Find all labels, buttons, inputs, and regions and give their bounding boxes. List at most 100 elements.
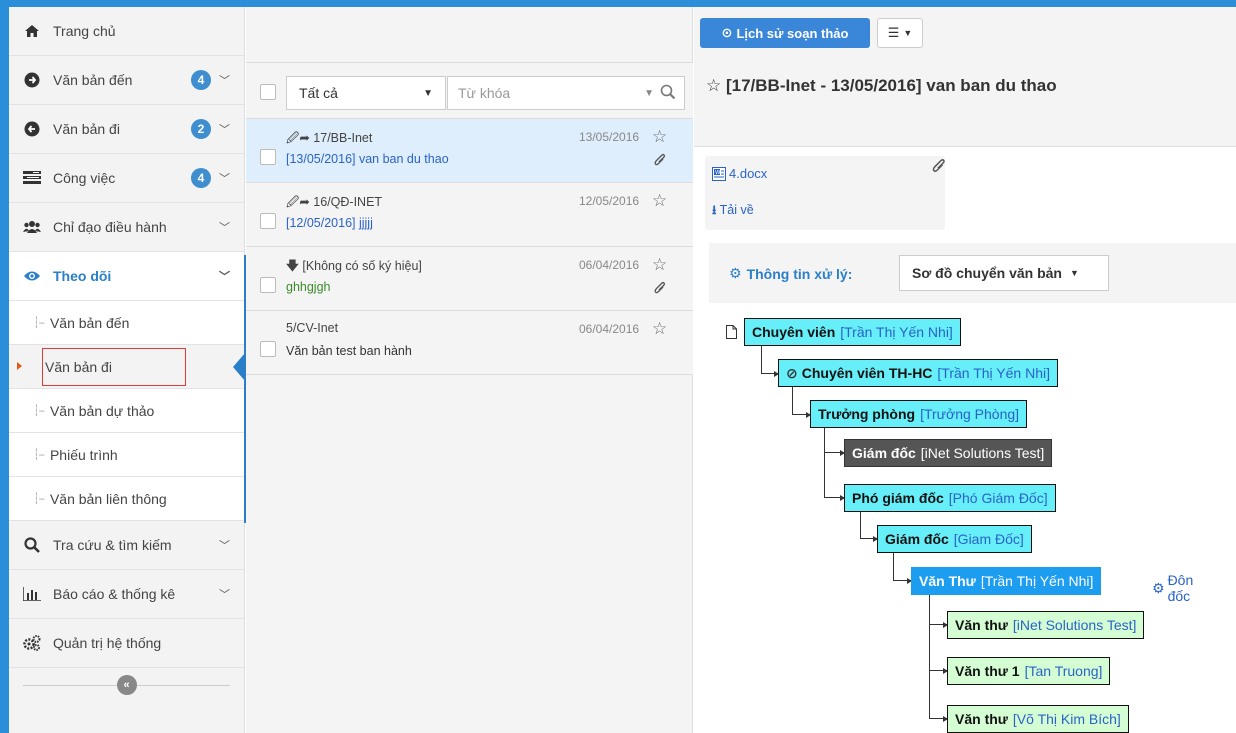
table-row[interactable]: 5/CV-Inet Văn bản test ban hành 06/04/20… bbox=[246, 311, 693, 375]
star-icon[interactable]: ☆ bbox=[652, 319, 667, 339]
flow-node[interactable]: Văn thư [Võ Thị Kim Bích] bbox=[947, 705, 1129, 733]
node-assignee: [Trần Thị Yến Nhi] bbox=[937, 365, 1050, 381]
sidebar-item-label: Chỉ đạo điều hành bbox=[53, 219, 167, 235]
sidebar-item-admin[interactable]: Quản trị hệ thống bbox=[9, 619, 244, 668]
view-mode-select[interactable]: Sơ đồ chuyển văn bản ▼ bbox=[899, 255, 1109, 291]
sidebar-subitem-incoming[interactable]: ┆-- Văn bản đến bbox=[9, 301, 244, 345]
paperclip-icon bbox=[932, 158, 946, 177]
flow-node[interactable]: Văn thư [iNet Solutions Test] bbox=[947, 611, 1145, 639]
more-menu-button[interactable]: ☰ ▼ bbox=[877, 18, 923, 48]
select-all-checkbox[interactable] bbox=[260, 84, 276, 100]
sidebar-subitem-interconnect[interactable]: ┆-- Văn bản liên thông bbox=[9, 477, 244, 521]
node-role: Phó giám đốc bbox=[852, 490, 944, 506]
chevron-down-icon: ﹀ bbox=[219, 589, 230, 601]
connector-arrow bbox=[929, 625, 948, 674]
flow-node[interactable]: Giám đốc [Giam Đốc] bbox=[877, 525, 1032, 553]
star-icon[interactable]: ☆ bbox=[652, 127, 667, 147]
double-chevron-left-icon[interactable]: « bbox=[116, 675, 137, 695]
chevron-down-icon: ﹀ bbox=[219, 124, 230, 136]
flow-node-current[interactable]: Văn Thư [Trần Thị Yến Nhi] bbox=[911, 567, 1102, 595]
flow-node[interactable]: Trưởng phòng [Trưởng Phòng] bbox=[810, 400, 1028, 428]
connector-arrow bbox=[824, 453, 845, 501]
sidebar-item-direction[interactable]: Chỉ đạo điều hành ﹀ bbox=[9, 203, 244, 252]
paperclip-icon bbox=[654, 153, 666, 170]
edit-history-button[interactable]: ⊙ Lịch sử soạn thảo bbox=[700, 18, 870, 48]
edit-history-label: Lịch sử soạn thảo bbox=[736, 25, 849, 41]
sidebar-item-home[interactable]: Trang chủ bbox=[9, 7, 244, 56]
count-badge: 4 bbox=[191, 70, 211, 90]
sidebar-item-search[interactable]: Tra cứu & tìm kiếm ﹀ bbox=[9, 521, 244, 570]
filter-row: Tất cả ▼ Từ khóa ▼ bbox=[246, 62, 693, 118]
caret-down-icon: ▼ bbox=[423, 87, 433, 99]
keyword-search-input[interactable]: Từ khóa ▼ bbox=[447, 76, 685, 110]
row-checkbox[interactable] bbox=[260, 277, 276, 293]
document-date: 06/04/2016 bbox=[579, 258, 640, 272]
list-icon: ☰ bbox=[887, 25, 900, 40]
row-checkbox[interactable] bbox=[260, 341, 276, 357]
top-accent-bar bbox=[0, 0, 1236, 7]
search-icon[interactable] bbox=[660, 84, 676, 103]
arrow-circle-right-icon bbox=[23, 71, 41, 89]
document-summary: ghhgjgh bbox=[286, 280, 331, 294]
attachment-link[interactable]: W 4.docx bbox=[712, 166, 767, 181]
sidebar-item-label: Báo cáo & thống kê bbox=[53, 586, 176, 602]
row-checkbox[interactable] bbox=[260, 149, 276, 165]
status-filter-select[interactable]: Tất cả ▼ bbox=[286, 76, 446, 110]
node-assignee: [Phó Giám Đốc] bbox=[948, 490, 1048, 506]
forward-icon: ➦ bbox=[299, 195, 310, 209]
caret-down-icon[interactable]: ▼ bbox=[644, 88, 654, 99]
download-link[interactable]: ⭳ Tải về bbox=[712, 201, 754, 222]
flow-node[interactable]: Chuyên viên [Trần Thị Yến Nhi] bbox=[744, 318, 961, 346]
sidebar-subitem-outgoing[interactable]: Văn bản đi bbox=[9, 345, 245, 389]
sidebar-item-reports[interactable]: Báo cáo & thống kê ﹀ bbox=[9, 570, 244, 619]
caret-right-icon bbox=[17, 362, 22, 370]
sidebar: Trang chủ Văn bản đến 4 ﹀ Văn bản đi 2 ﹀… bbox=[9, 7, 246, 733]
sidebar-item-tracking[interactable]: Theo dõi ﹀ bbox=[9, 252, 244, 301]
connector-arrow bbox=[860, 512, 878, 542]
table-row[interactable]: 🖉➦ 16/QĐ-INET [12/05/2016] jjjjj 12/05/2… bbox=[246, 183, 693, 247]
node-role: Văn thư 1 bbox=[955, 663, 1020, 679]
attachment-name: 4.docx bbox=[729, 166, 768, 181]
node-assignee: [Giam Đốc] bbox=[953, 531, 1024, 547]
star-icon[interactable]: ☆ bbox=[652, 191, 667, 211]
flow-node[interactable]: Phó giám đốc [Phó Giám Đốc] bbox=[844, 484, 1056, 512]
table-row[interactable]: 🖉➦ 17/BB-Inet [13/05/2016] van ban du th… bbox=[246, 119, 693, 183]
document-code: [Không có số ký hiệu] bbox=[302, 259, 422, 273]
sidebar-subitem-draft[interactable]: ┆-- Văn bản dự thảo bbox=[9, 389, 244, 433]
table-row[interactable]: 🡇 [Không có số ký hiệu] ghhgjgh 06/04/20… bbox=[246, 247, 693, 311]
connector-arrow bbox=[792, 387, 811, 418]
search-icon bbox=[23, 536, 41, 554]
draft-icon: 🖉 bbox=[286, 195, 300, 209]
row-checkbox[interactable] bbox=[260, 213, 276, 229]
sidebar-subitem-label: Văn bản dự thảo bbox=[49, 402, 155, 419]
document-list-panel: Tất cả ▼ Từ khóa ▼ 🖉➦ 17/BB-Inet [13/05/… bbox=[246, 7, 693, 733]
connector-arrow bbox=[761, 346, 779, 377]
caret-down-icon: ▼ bbox=[903, 28, 913, 38]
node-role: Văn Thư bbox=[919, 573, 976, 589]
document-date: 13/05/2016 bbox=[579, 130, 640, 144]
flow-node[interactable]: Giám đốc [iNet Solutions Test] bbox=[844, 439, 1053, 467]
gear-icon: ⚙ bbox=[1152, 579, 1165, 596]
star-icon[interactable]: ☆ bbox=[652, 255, 667, 275]
flow-node[interactable]: ⊘ Chuyên viên TH-HC [Trần Thị Yến Nhi] bbox=[778, 359, 1058, 387]
sidebar-subitem-submission[interactable]: ┆-- Phiếu trình bbox=[9, 433, 244, 477]
document-code: 17/BB-Inet bbox=[313, 131, 373, 145]
chevron-down-icon: ﹀ bbox=[219, 173, 230, 185]
urge-label: Đôn đốc bbox=[1167, 572, 1194, 604]
cogs-icon: ⚙ bbox=[729, 265, 742, 281]
sidebar-item-tasks[interactable]: Công việc 4 ﹀ bbox=[9, 154, 244, 203]
sidebar-item-outgoing[interactable]: Văn bản đi 2 ﹀ bbox=[9, 105, 244, 154]
urge-link[interactable]: ⚙ Đôn đốc bbox=[1152, 572, 1193, 604]
document-date: 06/04/2016 bbox=[579, 322, 640, 336]
node-role: Chuyên viên bbox=[752, 324, 836, 340]
sidebar-item-incoming[interactable]: Văn bản đến 4 ﹀ bbox=[9, 56, 244, 105]
star-icon[interactable]: ☆ bbox=[706, 76, 721, 95]
document-summary: [12/05/2016] jjjjj bbox=[286, 216, 373, 230]
sidebar-subitem-label: Văn bản đến bbox=[49, 314, 130, 331]
document-icon bbox=[726, 325, 737, 342]
node-assignee: [Trưởng Phòng] bbox=[920, 406, 1020, 422]
sidebar-subitem-label: Phiếu trình bbox=[49, 446, 118, 463]
chevron-down-icon: ﹀ bbox=[219, 271, 230, 283]
sidebar-item-label: Trang chủ bbox=[53, 23, 116, 39]
flow-node[interactable]: Văn thư 1 [Tan Truong] bbox=[947, 657, 1111, 685]
